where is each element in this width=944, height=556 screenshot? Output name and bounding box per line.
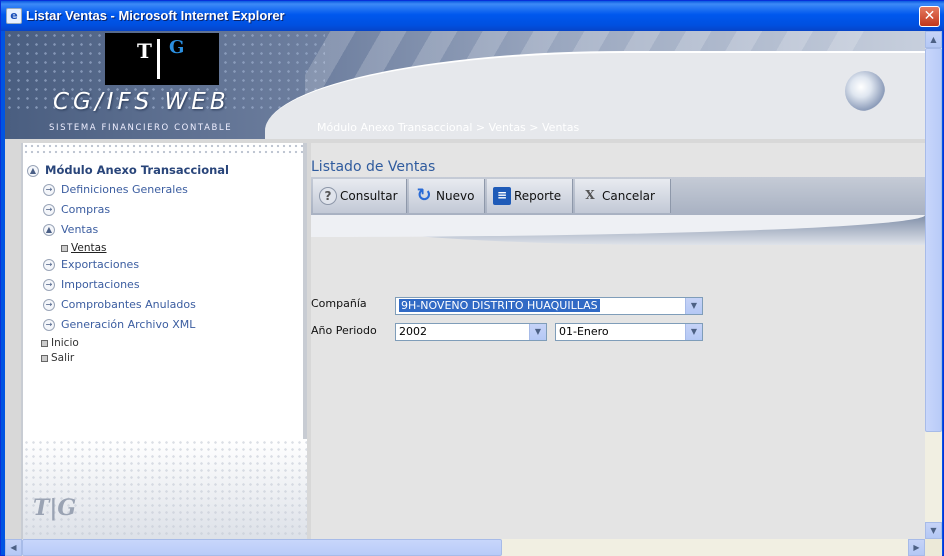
horizontal-scrollbar[interactable]: ◀ ▶ [5, 539, 925, 556]
vertical-scrollbar[interactable]: ▲ ▼ [925, 31, 942, 539]
sidebar-item-label: Salir [51, 352, 75, 364]
help-question-icon: ? [319, 187, 337, 205]
sidebar-item-compras[interactable]: → Compras [43, 203, 110, 216]
sidebar-item-exportaciones[interactable]: → Exportaciones [43, 258, 139, 271]
sidebar-dot-pattern [23, 143, 307, 157]
consultar-button[interactable]: ? Consultar [313, 179, 407, 213]
window-title: Listar Ventas - Microsoft Internet Explo… [26, 8, 285, 23]
sidebar-menu: ▲ Módulo Anexo Transaccional → Definicione… [21, 143, 307, 539]
scroll-down-icon[interactable]: ▼ [925, 522, 942, 539]
action-toolbar: ? Consultar ↻ Nuevo ≡ Reporte X Cancelar [311, 177, 925, 215]
arrow-right-icon: → [43, 319, 55, 331]
chevron-down-icon: ▼ [685, 324, 702, 340]
sidebar-footer-dots [23, 439, 307, 539]
bullet-square-icon [41, 339, 48, 347]
sidebar-item-label: Generación Archivo XML [61, 318, 196, 331]
collapse-up-icon: ▲ [43, 224, 55, 236]
scroll-right-icon[interactable]: ▶ [908, 539, 925, 556]
arrow-right-icon: → [43, 299, 55, 311]
header-banner: T G CG/IFS WEB SISTEMA FINANCIERO CONTAB… [5, 31, 925, 139]
arrow-right-icon: → [43, 279, 55, 291]
horizontal-scroll-thumb[interactable] [22, 539, 502, 556]
sidebar-item-salir[interactable]: Salir [41, 352, 74, 364]
periodo-label: Año Periodo [311, 324, 377, 337]
main-content: Listado de Ventas ? Consultar ↻ Nuevo ≡ Rep… [311, 143, 925, 539]
brand-subtitle: SISTEMA FINANCIERO CONTABLE [49, 123, 233, 133]
scrollbar-corner [925, 539, 942, 556]
reporte-label: Reporte [514, 189, 562, 203]
sidebar-item-label: Exportaciones [61, 258, 140, 271]
sidebar-item-label: Inicio [51, 337, 79, 349]
sidebar-heading-label: Módulo Anexo Transaccional [45, 163, 229, 177]
consultar-label: Consultar [340, 189, 398, 203]
title-bar[interactable]: e Listar Ventas - Microsoft Internet Exp… [1, 1, 944, 31]
sidebar-item-comprobantes-anulados[interactable]: → Comprobantes Anulados [43, 298, 196, 311]
browser-window: e Listar Ventas - Microsoft Internet Exp… [0, 0, 944, 556]
sidebar-item-definiciones-generales[interactable]: → Definiciones Generales [43, 183, 188, 196]
chevron-down-icon: ▼ [685, 298, 702, 314]
cancelar-label: Cancelar [602, 189, 655, 203]
sidebar-item-label: Importaciones [61, 278, 140, 291]
sidebar-heading[interactable]: ▲ Módulo Anexo Transaccional [27, 163, 229, 177]
collapse-up-icon: ▲ [27, 164, 39, 177]
sidebar-item-importaciones[interactable]: → Importaciones [43, 278, 140, 291]
page-title: Listado de Ventas [311, 159, 436, 175]
sidebar-item-ventas[interactable]: ▲ Ventas [43, 223, 98, 236]
bullet-square-icon [61, 244, 68, 252]
internet-explorer-icon: e [6, 8, 22, 24]
mes-select[interactable]: 01-Enero ▼ [555, 323, 703, 341]
scroll-up-icon[interactable]: ▲ [925, 31, 942, 48]
sidebar-item-label: Ventas [61, 223, 99, 236]
logo-letter-g: G [169, 37, 185, 58]
sidebar-subitem-label: Ventas [71, 242, 107, 254]
nuevo-label: Nuevo [436, 189, 475, 203]
bullet-square-icon [41, 354, 48, 362]
anio-select[interactable]: 2002 ▼ [395, 323, 547, 341]
brand-name: CG/IFS WEB [53, 89, 230, 115]
vertical-scroll-thumb[interactable] [925, 48, 942, 432]
sidebar-item-inicio[interactable]: Inicio [41, 337, 79, 349]
chevron-down-icon: ▼ [529, 324, 546, 340]
arrow-right-icon: → [43, 184, 55, 196]
cancel-x-icon: X [585, 188, 595, 202]
sidebar-subitem-ventas[interactable]: Ventas [61, 242, 107, 254]
sidebar-item-generacion-archivo-xml[interactable]: → Generación Archivo XML [43, 318, 195, 331]
tig-logo: T G [105, 33, 219, 85]
sidebar-item-label: Comprobantes Anulados [61, 298, 196, 311]
refresh-new-icon: ↻ [416, 185, 432, 206]
close-button[interactable]: ✕ [919, 6, 940, 27]
nuevo-button[interactable]: ↻ Nuevo [409, 179, 485, 213]
compania-value: 9H-NOVENO DISTRITO HUAQUILLAS [399, 299, 600, 312]
mes-value: 01-Enero [559, 325, 609, 338]
footer-logo: T|G [33, 495, 77, 521]
compania-select[interactable]: 9H-NOVENO DISTRITO HUAQUILLAS ▼ [395, 297, 703, 315]
logo-letter-t: T [137, 39, 152, 63]
logo-bar [157, 39, 160, 79]
breadcrumb: Módulo Anexo Transaccional > Ventas > Ve… [317, 121, 580, 134]
sidebar-item-label: Compras [61, 203, 111, 216]
cancelar-button[interactable]: X Cancelar [575, 179, 671, 213]
scroll-left-icon[interactable]: ◀ [5, 539, 22, 556]
arrow-right-icon: → [43, 204, 55, 216]
report-document-icon: ≡ [493, 187, 511, 205]
page-viewport: T G CG/IFS WEB SISTEMA FINANCIERO CONTAB… [5, 31, 925, 539]
arrow-right-icon: → [43, 259, 55, 271]
reporte-button[interactable]: ≡ Reporte [487, 179, 573, 213]
compania-label: Compañía [311, 297, 367, 310]
banner-orb-decoration [845, 71, 885, 111]
sidebar-item-label: Definiciones Generales [61, 183, 188, 196]
anio-value: 2002 [399, 325, 427, 338]
